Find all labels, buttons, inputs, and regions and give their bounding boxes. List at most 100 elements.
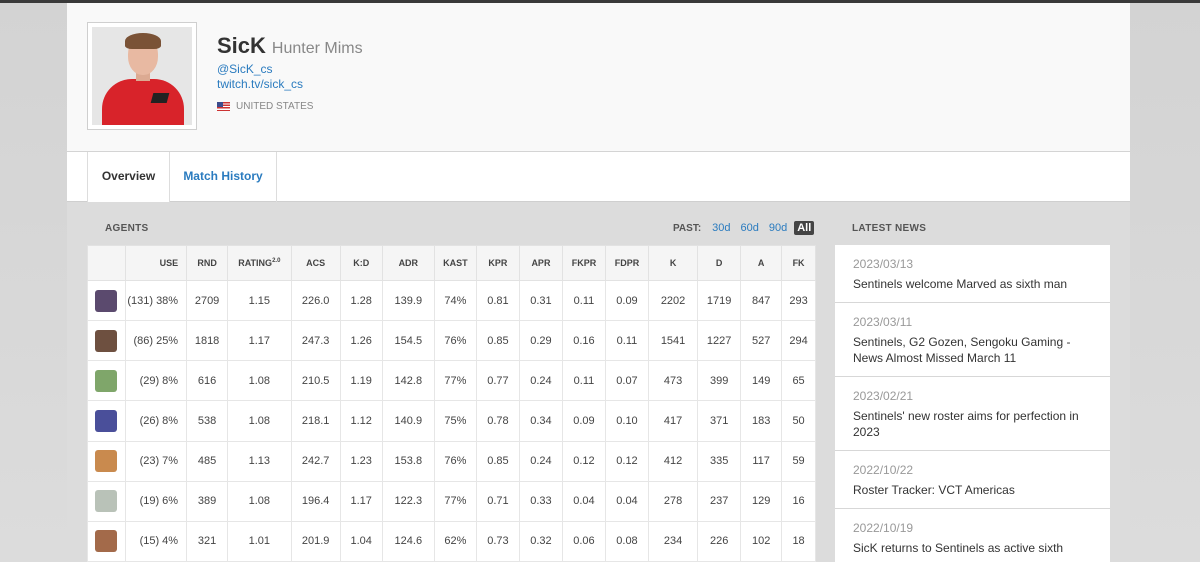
news-date: 2022/10/22 — [853, 463, 914, 477]
tab-match-history[interactable]: Match History — [170, 152, 277, 202]
stat-cell: 65 — [781, 360, 816, 402]
col-kd[interactable]: K:D — [339, 245, 383, 281]
table-row: (29) 8% 616 1.08 210.5 1.19 142.8 77% 0.77 0.24 0… — [87, 360, 816, 402]
stat-cell: 129 — [740, 480, 783, 522]
news-item[interactable]: 2023/03/13 Sentinels welcome Marved as si… — [835, 245, 1110, 303]
stat-cell: 0.29 — [518, 320, 563, 362]
stat-cell: 412 — [647, 440, 699, 482]
stat-cell: 0.85 — [475, 320, 520, 362]
stat-cell: 473 — [647, 360, 699, 402]
tab-overview[interactable]: Overview — [87, 152, 170, 202]
stat-cell: 237 — [697, 480, 742, 522]
col-adr[interactable]: ADR — [381, 245, 435, 281]
table-row: (86) 25% 1818 1.17 247.3 1.26 154.5 76% 0.85 0.2… — [87, 320, 816, 362]
stat-cell: 1.08 — [227, 400, 292, 442]
news-date: 2022/10/19 — [853, 521, 914, 535]
stat-cell: 124.6 — [381, 520, 435, 562]
stat-cell: 153.8 — [381, 440, 435, 482]
stat-cell: 1.26 — [339, 320, 383, 362]
news-date: 2023/03/13 — [853, 257, 914, 271]
news-headline[interactable]: Roster Tracker: VCT Americas — [853, 482, 1092, 498]
news-item[interactable]: 2023/02/21 Sentinels' new roster aims for… — [835, 377, 1110, 451]
stat-cell: 210.5 — [290, 360, 341, 402]
col-fdpr[interactable]: FDPR — [604, 245, 649, 281]
past-30d-button[interactable]: 30d — [709, 220, 733, 236]
stat-cell: 1.04 — [339, 520, 383, 562]
news-item[interactable]: 2022/10/22 Roster Tracker: VCT Americas — [835, 451, 1110, 509]
col-fk[interactable]: FK — [781, 245, 816, 281]
stat-cell: 1719 — [697, 279, 742, 322]
news-headline[interactable]: Sentinels' new roster aims for perfectio… — [853, 408, 1092, 440]
news-item[interactable]: 2022/10/19 SicK returns to Sentinels as a… — [835, 509, 1110, 562]
page-background-right — [1130, 3, 1200, 562]
photo-hair — [125, 33, 161, 49]
col-kast[interactable]: KAST — [433, 245, 477, 281]
stat-cell: 0.24 — [518, 360, 563, 402]
stat-cell: 1.12 — [339, 400, 383, 442]
past-90d-button[interactable]: 90d — [766, 220, 790, 236]
past-60d-button[interactable]: 60d — [738, 220, 762, 236]
col-a[interactable]: A — [740, 245, 783, 281]
agent-cell — [87, 520, 126, 562]
news-item[interactable]: 2023/03/11 Sentinels, G2 Gozen, Sengoku G… — [835, 303, 1110, 377]
stat-cell: 294 — [781, 320, 816, 362]
stat-cell: 0.32 — [518, 520, 563, 562]
stat-cell: 389 — [186, 480, 229, 522]
table-row: (19) 6% 389 1.08 196.4 1.17 122.3 77% 0.71 0.33 0… — [87, 480, 816, 522]
stat-cell: 0.73 — [475, 520, 520, 562]
stat-cell: 538 — [186, 400, 229, 442]
stat-cell: 1.13 — [227, 440, 292, 482]
stat-cell: 226 — [697, 520, 742, 562]
news-headline[interactable]: Sentinels welcome Marved as sixth man — [853, 276, 1092, 292]
col-rating-label: RATING — [238, 258, 273, 268]
stat-cell: 0.07 — [604, 360, 649, 402]
col-use[interactable]: USE — [124, 245, 188, 281]
col-d[interactable]: D — [697, 245, 742, 281]
agent-1-icon — [95, 289, 118, 312]
news-headline[interactable]: SicK returns to Sentinels as active sixt… — [853, 540, 1092, 556]
past-label: PAST: — [673, 222, 702, 234]
table-row: (131) 38% 2709 1.15 226.0 1.28 139.9 74% 0.81 0.… — [87, 279, 816, 322]
twitch-link[interactable]: twitch.tv/sick_cs — [217, 77, 303, 91]
twitter-link[interactable]: @SicK_cs — [217, 62, 273, 76]
table-header-row: USE RND RATING2.0 ACS K:D ADR KAST KPR A… — [87, 245, 816, 281]
stat-cell: 0.24 — [518, 440, 563, 482]
player-real-name: Hunter Mims — [271, 40, 363, 57]
stat-cell: (23) 7% — [124, 440, 188, 482]
stat-cell: 76% — [433, 320, 477, 362]
stat-cell: 2709 — [186, 279, 229, 322]
stat-cell: 0.08 — [604, 520, 649, 562]
stat-cell: 293 — [781, 279, 816, 322]
stat-cell: 50 — [781, 400, 816, 442]
news-headline[interactable]: Sentinels, G2 Gozen, Sengoku Gaming - Ne… — [853, 334, 1092, 366]
stat-cell: 335 — [697, 440, 742, 482]
stat-cell: 201.9 — [290, 520, 341, 562]
past-all-button[interactable]: All — [794, 221, 815, 235]
stat-cell: 0.16 — [561, 320, 606, 362]
stat-cell: 1.19 — [339, 360, 383, 402]
us-flag-icon — [217, 102, 230, 111]
country-label: UNITED STATES — [236, 101, 314, 112]
col-acs[interactable]: ACS — [290, 245, 341, 281]
stat-cell: 0.09 — [604, 279, 649, 322]
col-rating[interactable]: RATING2.0 — [227, 245, 292, 281]
col-apr[interactable]: APR — [518, 245, 563, 281]
stat-cell: 154.5 — [381, 320, 435, 362]
col-rating-sup: 2.0 — [272, 258, 281, 264]
col-kpr[interactable]: KPR — [475, 245, 520, 281]
stat-cell: (15) 4% — [124, 520, 188, 562]
player-photo — [92, 27, 192, 125]
col-rnd[interactable]: RND — [186, 245, 229, 281]
player-name: SicK Hunter Mims — [217, 33, 363, 59]
stat-cell: 1227 — [697, 320, 742, 362]
stat-cell: (19) 6% — [124, 480, 188, 522]
stat-cell: 1.28 — [339, 279, 383, 322]
stat-cell: 0.04 — [604, 480, 649, 522]
main-container: SicK Hunter Mims @SicK_cs twitch.tv/sick… — [67, 3, 1130, 562]
stat-cell: (131) 38% — [124, 279, 188, 322]
table-row: (23) 7% 485 1.13 242.7 1.23 153.8 76% 0.85 0.24 0… — [87, 440, 816, 482]
stat-cell: 0.11 — [561, 279, 606, 322]
stat-cell: 75% — [433, 400, 477, 442]
col-fkpr[interactable]: FKPR — [561, 245, 606, 281]
col-k[interactable]: K — [647, 245, 699, 281]
